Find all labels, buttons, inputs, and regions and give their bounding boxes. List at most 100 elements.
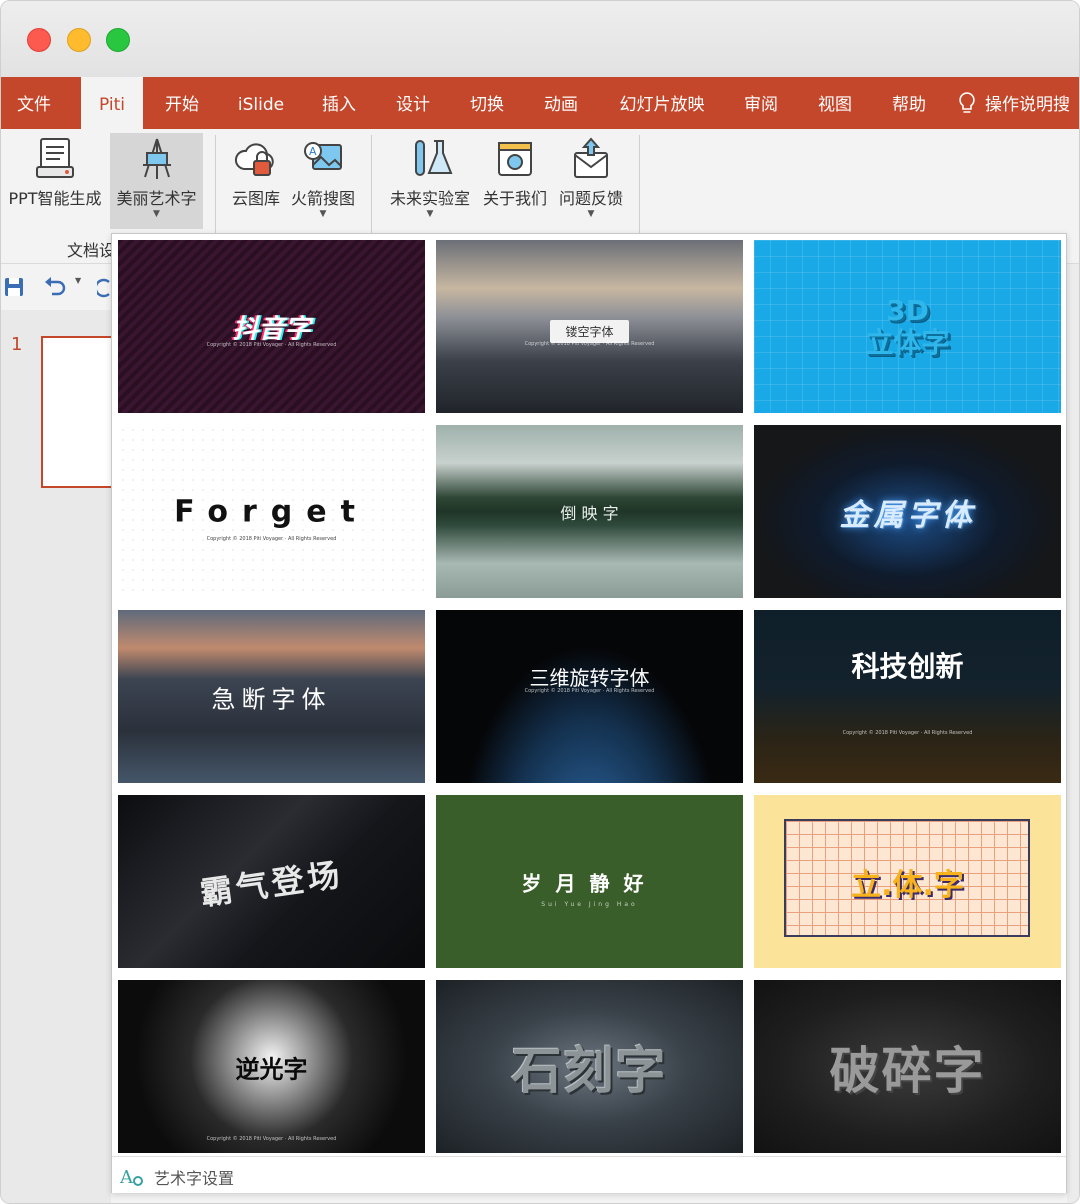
title-bar: [1, 1, 1079, 77]
tab-animations[interactable]: 动画: [529, 77, 593, 129]
tab-view[interactable]: 视图: [803, 77, 867, 129]
cloud-gallery-label: 云图库: [231, 189, 280, 208]
easel-art-icon: [142, 138, 171, 179]
text-settings-icon: A: [120, 1167, 143, 1187]
tile-caption: Sui Yue Jing Hao: [541, 901, 638, 908]
art-text-button[interactable]: 美丽艺术字 ▼: [110, 133, 203, 229]
slide-number: 1: [11, 334, 23, 355]
tile-title: 倒 映 字: [560, 503, 619, 523]
tile-caption: Copyright © 2018 Piti Voyager · All Righ…: [206, 536, 337, 542]
tile-title: 科技创新: [851, 650, 964, 683]
tile-title: 岁月静好: [521, 871, 658, 895]
svg-text:A: A: [120, 1167, 134, 1187]
tile-caption: Copyright © 2018 Piti Voyager · All Righ…: [524, 688, 655, 694]
ribbon-separator: [371, 135, 372, 235]
tile-title: 立.体.字: [851, 867, 964, 903]
ppt-generate-label: PPT智能生成: [8, 189, 102, 208]
save-icon[interactable]: [3, 276, 25, 298]
art-text-settings[interactable]: A 艺术字设置: [112, 1156, 1066, 1193]
art-text-tile-shattered[interactable]: 破碎字: [754, 980, 1061, 1153]
art-text-tile-domineering[interactable]: 霸气登场: [118, 795, 425, 968]
tab-insert[interactable]: 插入: [307, 77, 371, 129]
lab-flask-icon: [415, 140, 453, 176]
editor-edge: [1067, 264, 1079, 1203]
image-search-icon: A: [304, 142, 342, 170]
art-text-tile-metal[interactable]: 金属字体: [754, 425, 1061, 598]
undo-icon[interactable]: [43, 276, 69, 298]
tile-title: 石刻字: [511, 1041, 668, 1100]
window-minimize-button[interactable]: [67, 28, 91, 52]
about-us-icon: [498, 142, 532, 176]
tile-caption: Copyright © 2018 Piti Voyager · All Righ…: [524, 341, 655, 347]
cloud-gallery-button[interactable]: 云图库: [227, 133, 285, 229]
redo-icon[interactable]: [97, 276, 111, 298]
tab-help[interactable]: 帮助: [877, 77, 941, 129]
future-lab-button[interactable]: 未来实验室 ▼: [383, 133, 477, 229]
art-text-tile-3d[interactable]: 3D 立体字: [754, 240, 1061, 413]
tab-home[interactable]: 开始: [149, 77, 215, 129]
slide-thumbnail[interactable]: [41, 336, 121, 488]
tab-file[interactable]: 文件: [1, 77, 67, 129]
feedback-label: 问题反馈: [558, 189, 623, 208]
ribbon-separator: [639, 135, 640, 235]
ribbon-group-label: 文档设: [67, 241, 116, 260]
tile-title: 逆光字: [235, 1055, 308, 1083]
tile-title: 金属字体: [839, 497, 976, 533]
chevron-down-icon: ▼: [153, 209, 160, 219]
svg-text:A: A: [309, 145, 317, 158]
tile-title: 急断字体: [211, 685, 332, 713]
tab-piti[interactable]: Piti: [81, 77, 143, 129]
art-text-tile-forget[interactable]: Forget Copyright © 2018 Piti Voyager · A…: [118, 425, 425, 598]
quick-access-toolbar: ▼: [1, 264, 111, 310]
app-window: 文件 Piti 开始 iSlide 插入 设计 切换 动画 幻灯片放映 审阅 视…: [0, 0, 1080, 1204]
art-text-tile-reflection[interactable]: 倒 映 字: [436, 425, 743, 598]
chevron-down-icon[interactable]: ▼: [75, 276, 81, 285]
window-maximize-button[interactable]: [106, 28, 130, 52]
tab-review[interactable]: 审阅: [729, 77, 793, 129]
art-text-tile-broken[interactable]: 急断字体: [118, 610, 425, 783]
chevron-down-icon: ▼: [426, 209, 434, 219]
about-us-button[interactable]: 关于我们: [477, 133, 553, 229]
tab-transitions[interactable]: 切换: [455, 77, 519, 129]
rocket-image-search-label: 火箭搜图: [290, 189, 355, 208]
tile-title: 3D 立体字: [865, 293, 950, 359]
tile-title: 镂空字体: [550, 320, 629, 343]
menu-bar: 文件 Piti 开始 iSlide 插入 设计 切换 动画 幻灯片放映 审阅 视…: [1, 77, 1079, 129]
chevron-down-icon: ▼: [319, 209, 327, 219]
tile-title: 抖音字: [232, 314, 311, 344]
tab-design[interactable]: 设计: [381, 77, 445, 129]
art-text-tile-backlight[interactable]: 逆光字 Copyright © 2018 Piti Voyager · All …: [118, 980, 425, 1153]
chevron-down-icon: ▼: [587, 209, 595, 219]
rocket-image-search-button[interactable]: A 火箭搜图 ▼: [285, 133, 361, 229]
tile-title: 破碎字: [829, 1041, 986, 1100]
tile-title: 三维旋转字体: [529, 666, 650, 690]
tile-caption: Copyright © 2018 Piti Voyager · All Righ…: [206, 342, 337, 348]
tile-title: 霸气登场: [197, 854, 346, 913]
art-text-label: 美丽艺术字: [116, 189, 197, 208]
art-text-tile-douyin[interactable]: 抖音字 Copyright © 2018 Piti Voyager · All …: [118, 240, 425, 413]
lightbulb-icon: [959, 92, 975, 113]
art-text-tile-hollow[interactable]: 镂空字体 Copyright © 2018 Piti Voyager · All…: [436, 240, 743, 413]
ppt-generate-button[interactable]: PPT智能生成: [3, 133, 107, 229]
tab-islide[interactable]: iSlide: [227, 77, 295, 129]
feedback-button[interactable]: 问题反馈 ▼: [553, 133, 629, 229]
art-text-tile-tech[interactable]: 科技创新 Copyright © 2018 Piti Voyager · All…: [754, 610, 1061, 783]
slide-thumbnail-pane: 1: [1, 310, 121, 1203]
tab-slideshow[interactable]: 幻灯片放映: [607, 77, 717, 129]
feedback-mail-icon: [574, 137, 608, 178]
art-text-tile-3d-rotate[interactable]: 三维旋转字体 Copyright © 2018 Piti Voyager · A…: [436, 610, 743, 783]
cloud-lock-icon: [235, 143, 274, 176]
tile-title: Forget: [174, 494, 369, 529]
about-us-label: 关于我们: [482, 189, 547, 208]
future-lab-label: 未来实验室: [389, 189, 470, 208]
art-text-tile-stone[interactable]: 石刻字: [436, 980, 743, 1153]
art-text-settings-label: 艺术字设置: [154, 1169, 235, 1188]
window-close-button[interactable]: [27, 28, 51, 52]
document-list-icon: [36, 138, 74, 178]
tell-me-search[interactable]: 操作说明搜: [957, 77, 1079, 129]
tile-caption: Copyright © 2018 Piti Voyager · All Righ…: [206, 1136, 337, 1142]
art-text-tile-tranquil[interactable]: 岁月静好 Sui Yue Jing Hao: [436, 795, 743, 968]
tile-caption: Copyright © 2018 Piti Voyager · All Righ…: [842, 730, 973, 736]
art-text-tile-3d-grid[interactable]: 立.体.字: [754, 795, 1061, 968]
ribbon-separator: [215, 135, 216, 235]
